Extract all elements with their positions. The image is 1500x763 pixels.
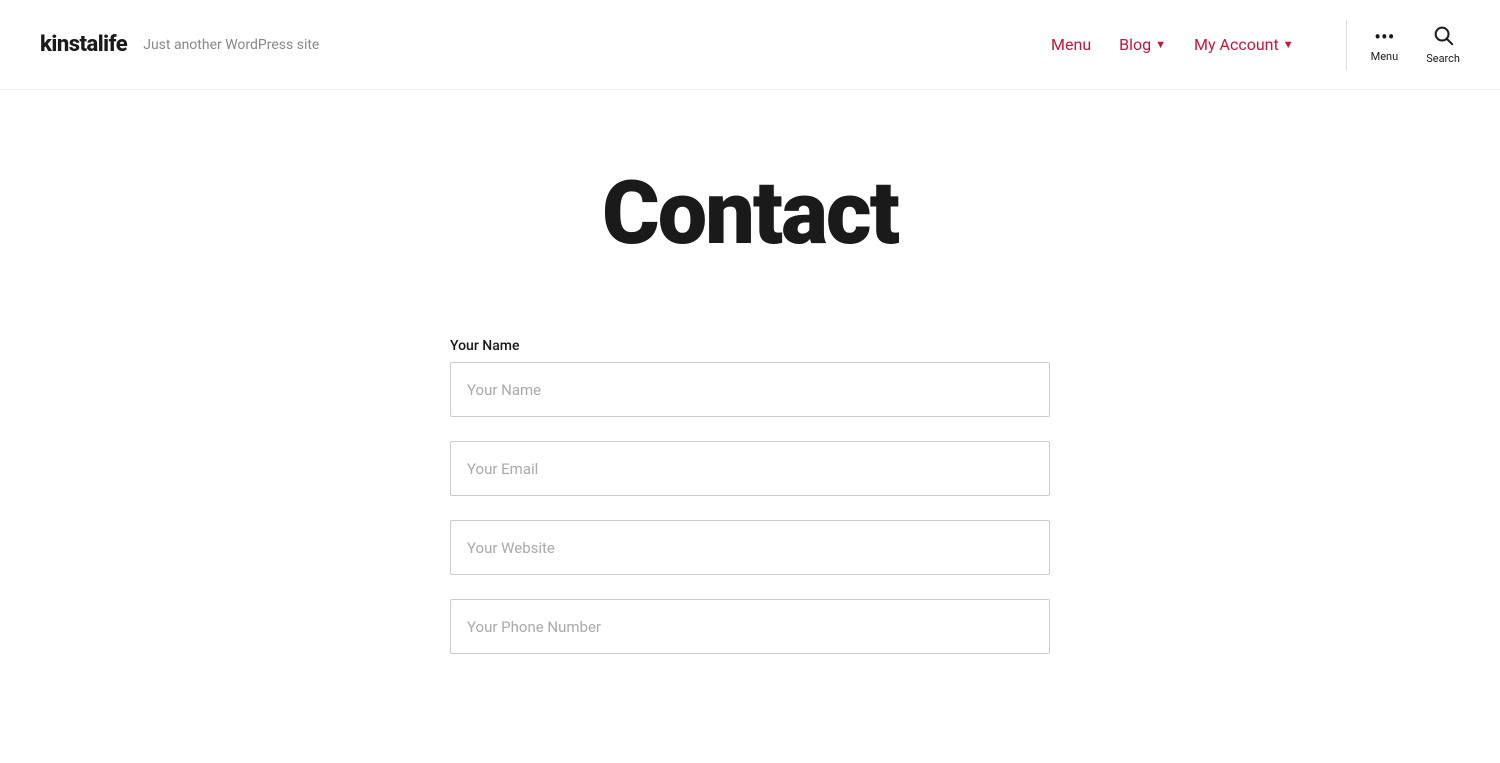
header-right: Menu Blog ▼ My Account ▼ ••• Menu <box>1051 20 1460 70</box>
dots-menu-icon: ••• <box>1374 27 1394 47</box>
nav-blog-label: Blog <box>1119 35 1151 54</box>
form-group-name: Your Name <box>450 338 1050 417</box>
primary-nav: Menu Blog ▼ My Account ▼ <box>1051 35 1294 54</box>
name-label: Your Name <box>450 338 1050 354</box>
form-group-phone <box>450 599 1050 654</box>
header-actions: ••• Menu Search <box>1371 24 1460 65</box>
nav-myaccount-label: My Account <box>1194 35 1279 54</box>
search-action-label: Search <box>1426 52 1460 65</box>
search-action[interactable]: Search <box>1426 24 1460 65</box>
nav-item-menu[interactable]: Menu <box>1051 35 1091 54</box>
header-left: kinstalife Just another WordPress site <box>40 32 319 57</box>
menu-action-label: Menu <box>1371 50 1399 63</box>
contact-form: Your Name <box>450 338 1050 678</box>
header-divider <box>1346 20 1347 70</box>
phone-input[interactable] <box>450 599 1050 654</box>
nav-item-blog[interactable]: Blog ▼ <box>1119 35 1166 54</box>
nav-item-myaccount[interactable]: My Account ▼ <box>1194 35 1294 54</box>
form-group-website <box>450 520 1050 575</box>
site-header: kinstalife Just another WordPress site M… <box>0 0 1500 90</box>
menu-action[interactable]: ••• Menu <box>1371 27 1399 63</box>
page-title: Contact <box>602 170 898 258</box>
site-title[interactable]: kinstalife <box>40 32 127 57</box>
email-input[interactable] <box>450 441 1050 496</box>
site-tagline: Just another WordPress site <box>143 37 319 53</box>
form-group-email <box>450 441 1050 496</box>
nav-menu-label: Menu <box>1051 35 1091 54</box>
name-input[interactable] <box>450 362 1050 417</box>
chevron-down-icon: ▼ <box>1283 38 1294 51</box>
search-icon <box>1432 24 1454 49</box>
chevron-down-icon: ▼ <box>1155 38 1166 51</box>
main-content: Contact Your Name <box>0 90 1500 738</box>
website-input[interactable] <box>450 520 1050 575</box>
